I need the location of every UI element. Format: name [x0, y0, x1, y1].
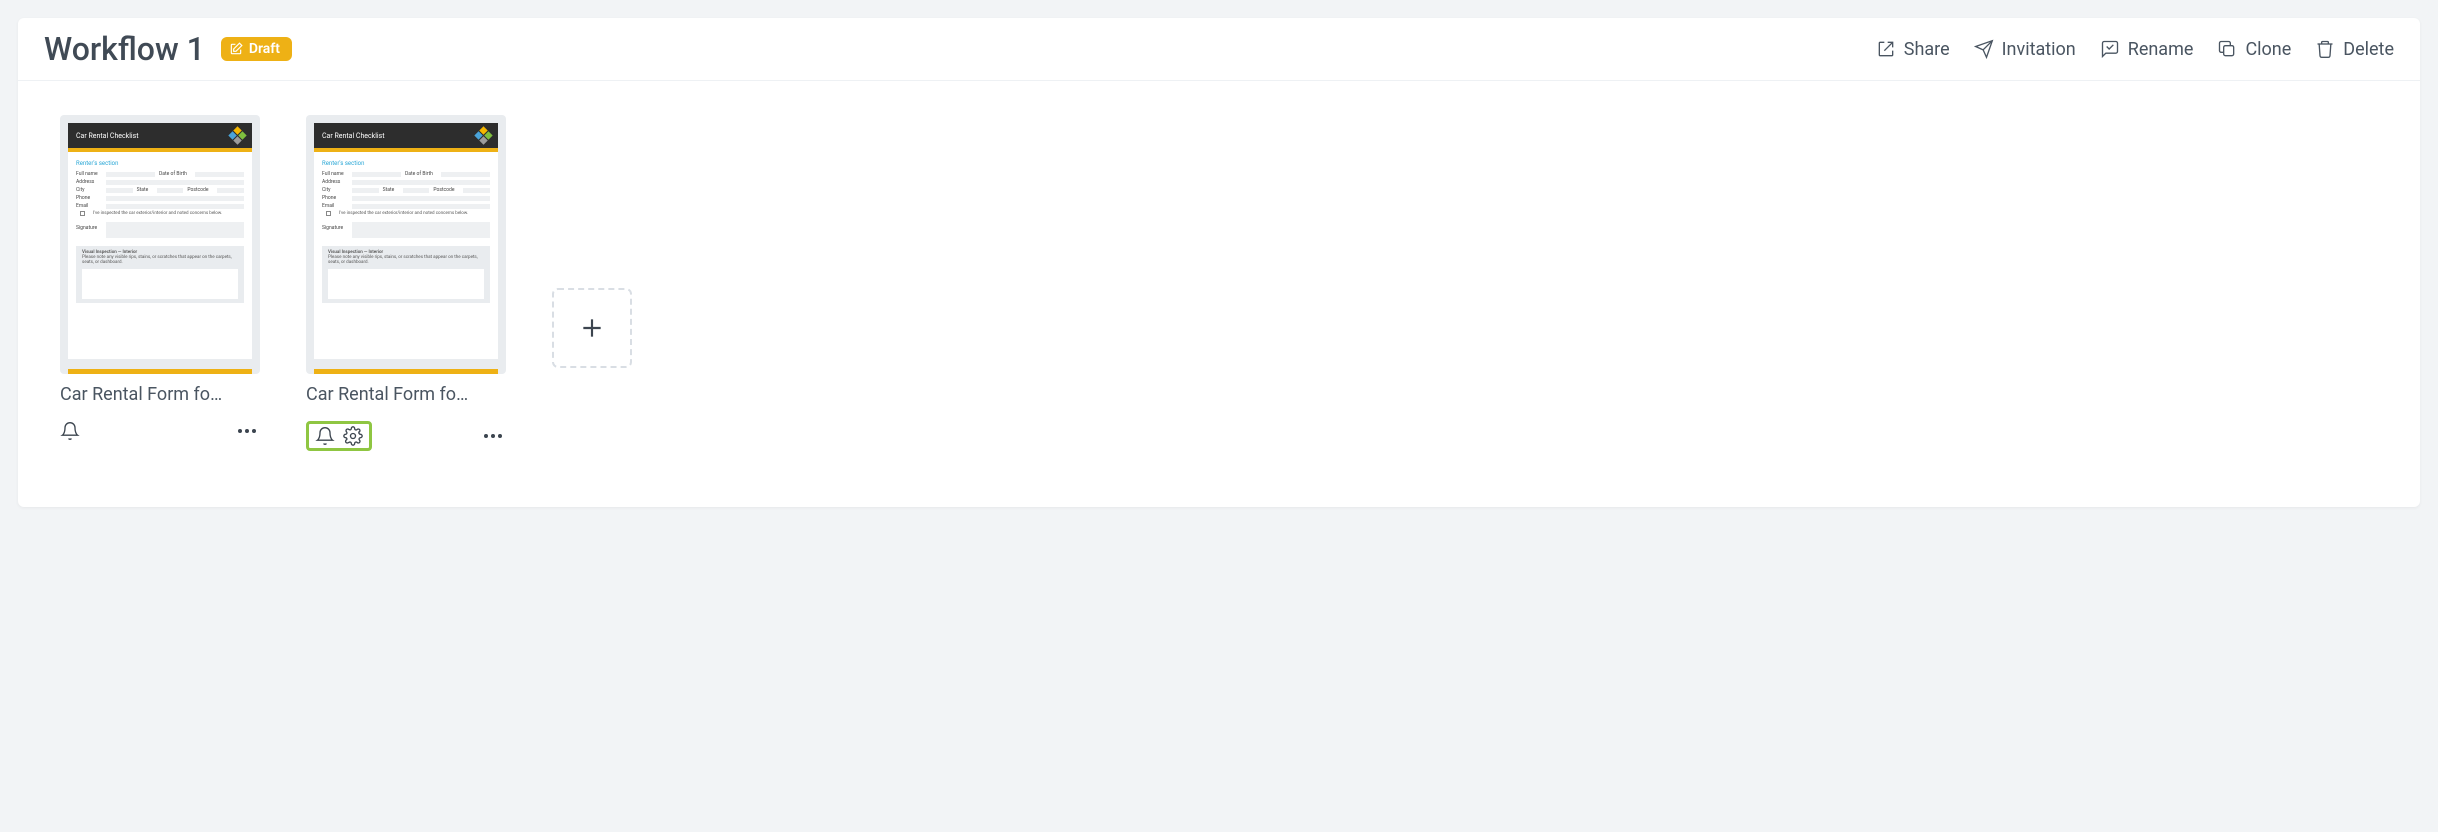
bell-icon[interactable] — [60, 421, 80, 441]
workflow-panel: Workflow 1 Draft Share Invitation Rename… — [18, 18, 2420, 507]
add-document-button[interactable] — [552, 288, 632, 368]
share-button[interactable]: Share — [1876, 39, 1950, 60]
share-icon — [1876, 39, 1896, 59]
document-thumbnail: Car Rental Checklist Renter's section Fu… — [306, 115, 506, 374]
logo-icon — [228, 126, 246, 144]
header-bar: Workflow 1 Draft Share Invitation Rename… — [18, 18, 2420, 81]
rename-button[interactable]: Rename — [2100, 39, 2194, 60]
clone-icon — [2217, 39, 2237, 59]
cards-area: Car Rental Checklist Renter's section Fu… — [18, 81, 2420, 507]
gear-icon[interactable] — [343, 426, 363, 446]
delete-button[interactable]: Delete — [2315, 39, 2394, 60]
header-actions: Share Invitation Rename Clone Delete — [1876, 39, 2394, 60]
page-title: Workflow 1 — [44, 30, 205, 68]
logo-icon — [474, 126, 492, 144]
edit-icon — [229, 42, 243, 56]
status-badge: Draft — [221, 37, 292, 61]
status-badge-label: Draft — [249, 41, 280, 57]
document-card[interactable]: Car Rental Checklist Renter's section Fu… — [306, 115, 506, 451]
invitation-button[interactable]: Invitation — [1974, 39, 2076, 60]
doc-section: Renter's section — [322, 160, 490, 167]
card-title: Car Rental Form fo… — [60, 384, 260, 405]
doc-heading: Car Rental Checklist — [76, 132, 139, 140]
doc-section: Renter's section — [76, 160, 244, 167]
document-thumbnail: Car Rental Checklist Renter's section Fu… — [60, 115, 260, 374]
highlighted-actions — [306, 421, 372, 451]
plus-icon — [579, 315, 605, 341]
document-card[interactable]: Car Rental Checklist Renter's section Fu… — [60, 115, 260, 451]
clone-button[interactable]: Clone — [2217, 39, 2291, 60]
bell-icon[interactable] — [315, 426, 335, 446]
more-menu[interactable] — [234, 425, 260, 437]
trash-icon — [2315, 39, 2335, 59]
rename-icon — [2100, 39, 2120, 59]
more-menu[interactable] — [480, 430, 506, 442]
send-icon — [1974, 39, 1994, 59]
card-title: Car Rental Form fo… — [306, 384, 506, 405]
doc-heading: Car Rental Checklist — [322, 132, 385, 140]
